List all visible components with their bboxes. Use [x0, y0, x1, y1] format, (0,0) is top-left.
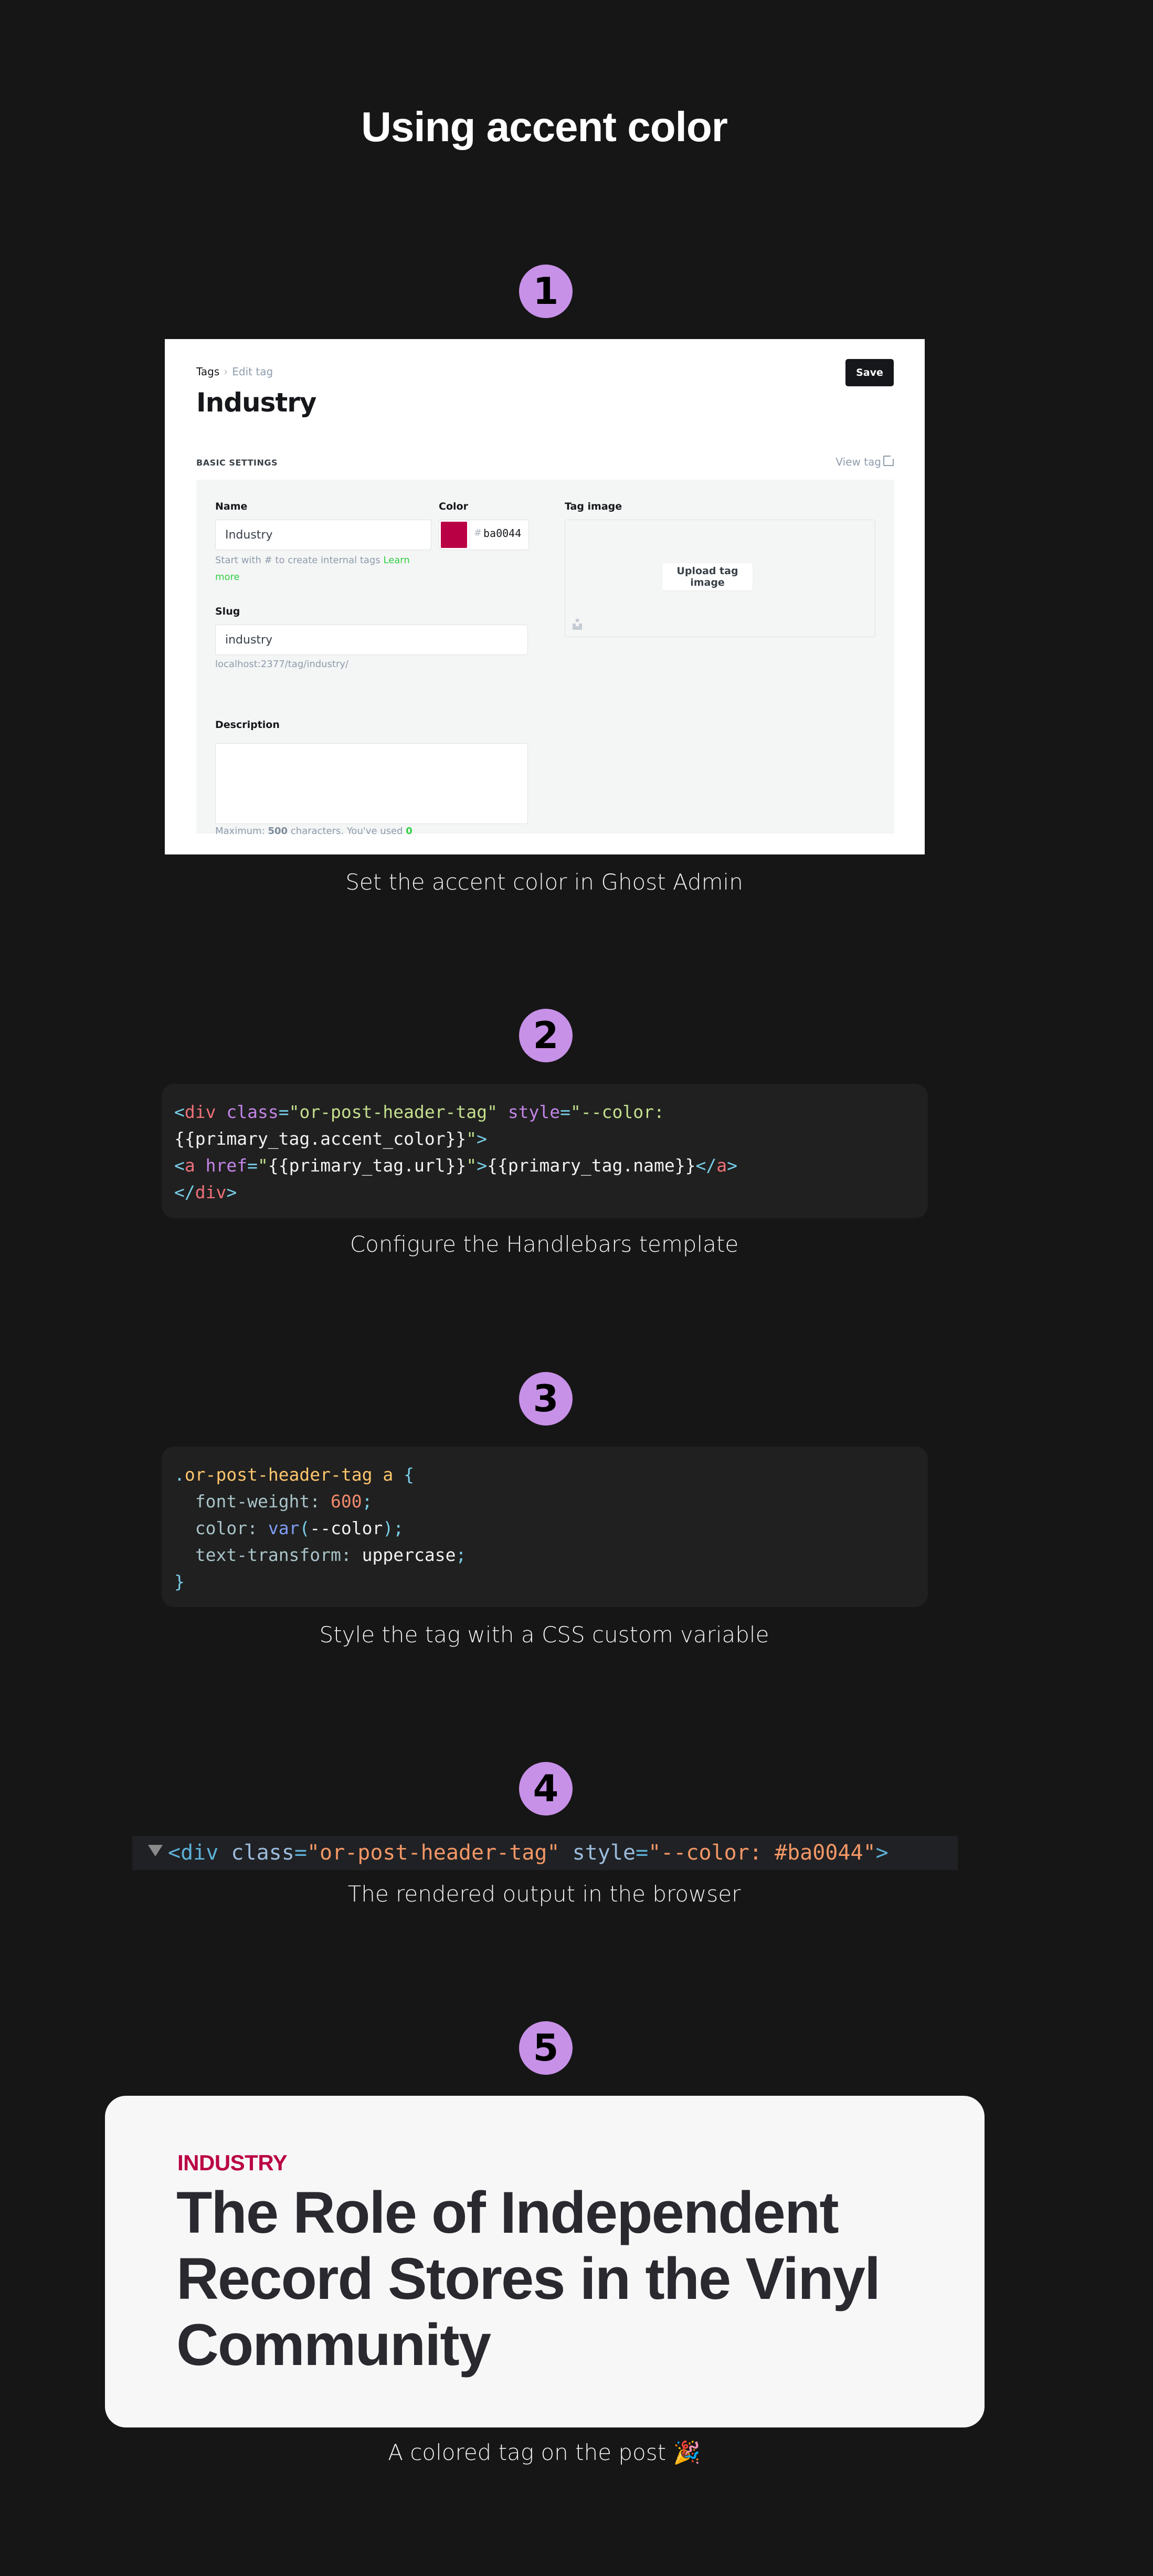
upload-tag-image-button[interactable]: Upload tag image [662, 563, 753, 590]
post-tag[interactable]: INDUSTRY [177, 2150, 288, 2176]
ghost-admin-tag-editor: Tags › Edit tag Industry Save BASIC SETTIN… [165, 339, 925, 854]
step-4-badge: 4 [519, 1762, 573, 1815]
step-4-caption: The rendered output in the browser [347, 1881, 741, 1907]
dt-tag-open: <div [168, 1841, 219, 1865]
post-header-card: INDUSTRY The Role of Independent Record … [105, 2096, 985, 2427]
description-textarea[interactable] [215, 743, 528, 824]
color-hex-value[interactable]: ba0044 [483, 527, 521, 540]
desc-hint-mid: characters. You've used [290, 826, 403, 837]
dt-style-value: "--color: #ba0044" [648, 1841, 876, 1865]
step-3-badge: 3 [519, 1372, 573, 1426]
css-line-4: text-transform: uppercase; [195, 1545, 467, 1565]
description-label: Description [215, 719, 280, 731]
dt-attr-class: class [231, 1841, 294, 1865]
expand-triangle-icon[interactable] [148, 1845, 163, 1856]
code-line-1: <div class="or-post-header-tag" style="-… [174, 1102, 664, 1122]
step-5-badge: 5 [519, 2021, 573, 2075]
breadcrumb: Tags › Edit tag [196, 365, 273, 378]
handlebars-code-block: <div class="or-post-header-tag" style="-… [162, 1084, 928, 1218]
step-3-caption: Style the tag with a CSS custom variable [319, 1622, 769, 1648]
desc-hint-max: 500 [268, 826, 288, 837]
color-divider [469, 520, 470, 550]
name-hint-text: Start with # to create internal tags [215, 555, 380, 566]
step-1-caption: Set the accent color in Ghost Admin [345, 869, 743, 895]
slug-url: localhost:2377/tag/industry/ [215, 659, 349, 670]
name-hint: Start with # to create internal tags Lea… [215, 552, 436, 586]
step-5-caption: A colored tag on the post 🎉 [388, 2440, 701, 2465]
color-swatch[interactable] [441, 522, 467, 548]
css-line-2: font-weight: 600; [195, 1491, 373, 1512]
hash-prefix: # [474, 527, 482, 539]
tag-heading: Industry [196, 387, 316, 418]
dt-attr-style: style [572, 1841, 636, 1865]
description-hint: Maximum: 500 characters. You've used 0 [215, 823, 412, 840]
tag-image-label: Tag image [565, 501, 622, 512]
devtools-element-row[interactable]: <div class="or-post-header-tag" style="-… [132, 1836, 958, 1870]
desc-hint-prefix: Maximum: [215, 826, 265, 837]
post-title: The Role of Independent Record Stores in… [176, 2180, 881, 2378]
code-line-2: {{primary_tag.accent_color}}"> [174, 1128, 488, 1149]
breadcrumb-chevron-icon: › [224, 365, 228, 378]
slug-input[interactable]: industry [215, 625, 528, 655]
unsplash-icon[interactable] [573, 619, 582, 630]
external-link-icon [883, 455, 895, 466]
css-code-block: .or-post-header-tag a { font-weight: 600… [162, 1447, 928, 1607]
name-label: Name [215, 501, 248, 512]
slug-label: Slug [215, 606, 240, 617]
view-tag-label: View tag [835, 456, 881, 468]
view-tag-link[interactable]: View tag [835, 455, 895, 468]
step-2-caption: Configure the Handlebars template [350, 1231, 739, 1257]
desc-hint-used: 0 [406, 826, 412, 837]
css-line-3: color: var(--color); [195, 1518, 404, 1538]
color-input[interactable]: # ba0044 [439, 520, 529, 550]
code-line-3: <a href="{{primary_tag.url}}">{{primary_… [174, 1155, 737, 1176]
step-2-badge: 2 [519, 1009, 573, 1062]
tag-image-dropzone[interactable]: Upload tag image [565, 520, 875, 637]
page-title: Using accent color [361, 103, 728, 150]
section-label: BASIC SETTINGS [196, 458, 278, 468]
basic-settings-panel: Name Industry Color # ba0044 Start with … [196, 480, 894, 837]
dt-tag-close: > [875, 1841, 888, 1865]
code-line-4: </div> [174, 1182, 237, 1202]
step-1-badge: 1 [519, 265, 573, 318]
save-button[interactable]: Save [845, 359, 894, 386]
dt-eq: = [294, 1841, 307, 1865]
breadcrumb-tags-link[interactable]: Tags [196, 365, 219, 378]
css-line-5: } [174, 1571, 185, 1592]
color-label: Color [439, 501, 468, 512]
css-line-1: .or-post-header-tag a { [174, 1464, 414, 1485]
dt-class-value: "or-post-header-tag" [306, 1841, 560, 1865]
breadcrumb-current: Edit tag [232, 365, 273, 378]
name-input[interactable]: Industry [215, 520, 431, 550]
